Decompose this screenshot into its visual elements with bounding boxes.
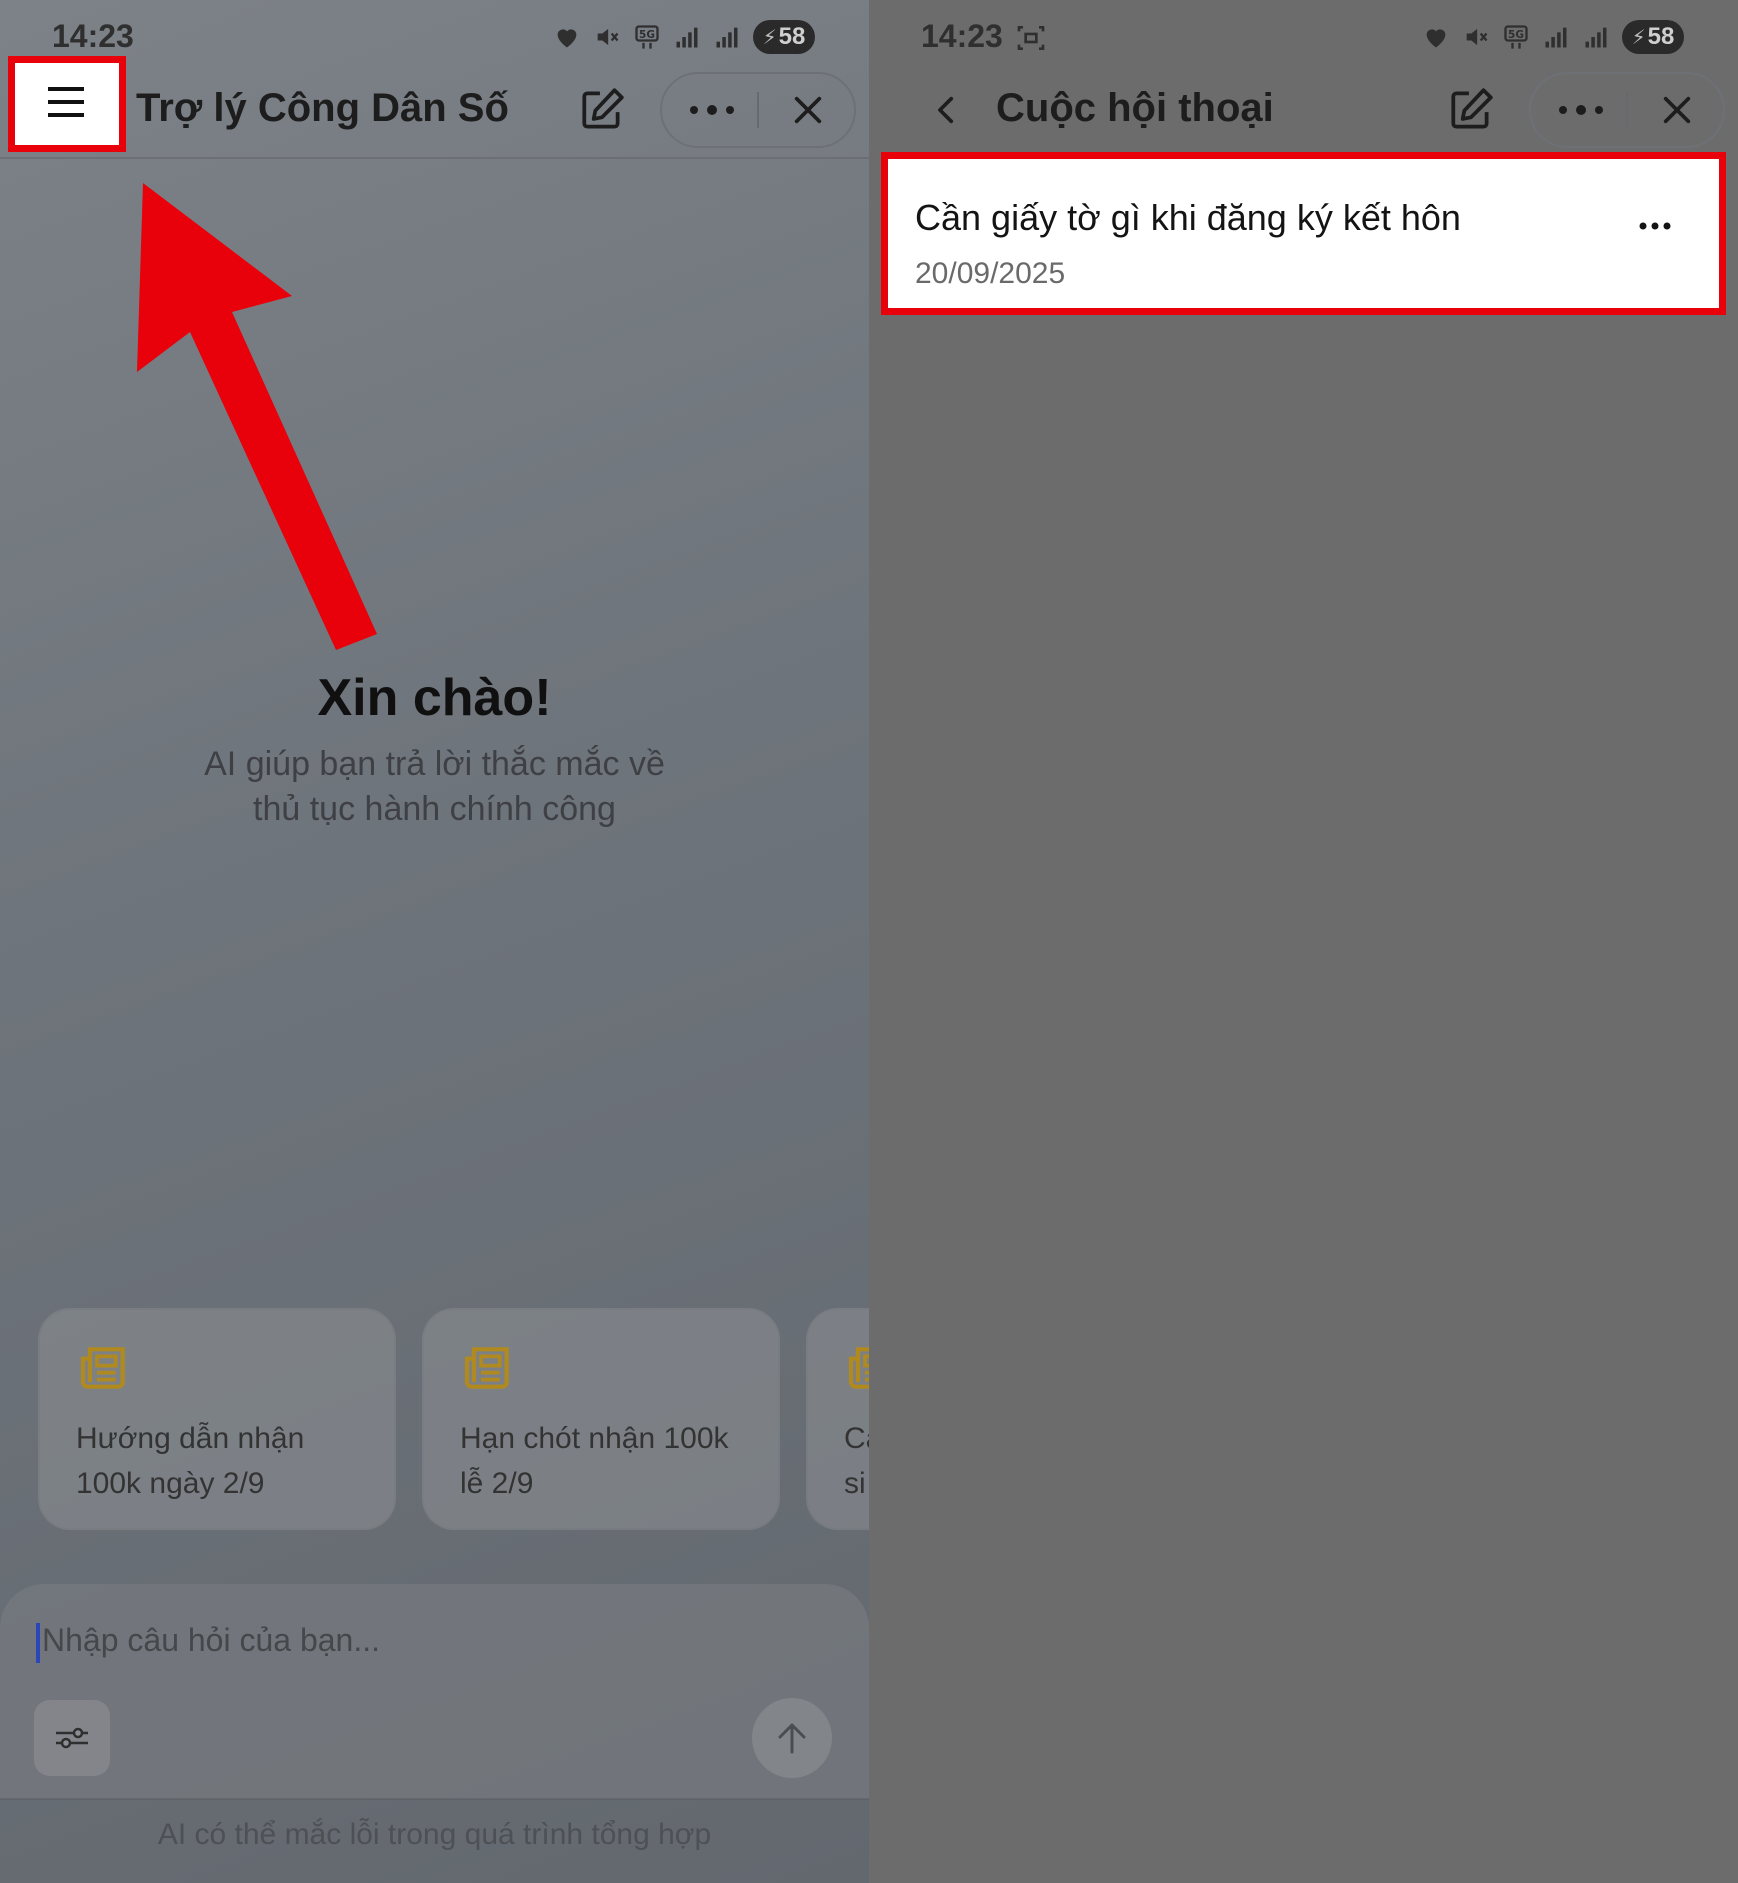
signal-icon bbox=[716, 27, 738, 48]
back-button[interactable] bbox=[919, 86, 975, 134]
greeting-subtitle: AI giúp bạn trả lời thắc mắc về thủ tục … bbox=[0, 742, 869, 832]
svg-text:5G: 5G bbox=[1508, 29, 1524, 41]
heart-icon bbox=[1426, 29, 1446, 48]
close-icon bbox=[1663, 96, 1691, 124]
charging-icon: ⚡ bbox=[762, 26, 777, 49]
send-button[interactable] bbox=[752, 1698, 832, 1778]
status-icons: 5G ⚡ 58 bbox=[1422, 20, 1684, 54]
suggestion-line2: si bbox=[844, 1467, 866, 1500]
close-icon bbox=[794, 96, 822, 124]
message-composer: Nhập câu hỏi của bạn... bbox=[0, 1584, 869, 1799]
suggestion-text: Cá si bbox=[844, 1416, 869, 1506]
signal-icon bbox=[1545, 27, 1567, 48]
suggestion-line1: Hạn chót nhận 100k bbox=[460, 1422, 729, 1455]
newspaper-icon bbox=[80, 1347, 125, 1389]
question-input-placeholder: Nhập câu hỏi của bạn... bbox=[42, 1622, 381, 1658]
appbar-divider bbox=[0, 157, 869, 159]
svg-text:5G: 5G bbox=[639, 29, 655, 41]
more-options-button[interactable] bbox=[1541, 86, 1621, 134]
suggestion-line1: Cá bbox=[844, 1422, 869, 1455]
screenshot-icon bbox=[1017, 26, 1045, 50]
signal-icon bbox=[676, 27, 698, 48]
arrow-up-icon bbox=[778, 1723, 806, 1754]
battery-indicator: ⚡ 58 bbox=[1622, 20, 1684, 54]
newspaper-icon bbox=[464, 1347, 509, 1389]
battery-level: 58 bbox=[778, 23, 806, 50]
text-caret bbox=[36, 1622, 40, 1663]
close-button[interactable] bbox=[780, 86, 836, 134]
status-bar: 14:23 5G ⚡ 58 bbox=[0, 0, 869, 70]
conversation-more-button[interactable] bbox=[1635, 211, 1675, 241]
screen-title: Cuộc hội thoại bbox=[996, 86, 1274, 130]
status-time: 14:23 bbox=[921, 18, 1003, 54]
suggestion-card[interactable]: Hướng dẫn nhận 100k ngày 2/9 bbox=[38, 1308, 396, 1530]
greeting-subtitle-line1: AI giúp bạn trả lời thắc mắc về bbox=[204, 745, 665, 783]
edit-icon bbox=[582, 88, 624, 129]
suggestion-card[interactable]: Cá si bbox=[806, 1308, 869, 1530]
conversation-date: 20/09/2025 bbox=[915, 257, 1066, 290]
capsule-divider bbox=[1626, 92, 1628, 128]
chat-home-screen: 14:23 5G ⚡ 58 Trợ lý Công Dân Số Xin chà… bbox=[0, 0, 869, 1883]
status-time: 14:23 bbox=[52, 18, 134, 54]
status-icons: 5G ⚡ 58 bbox=[553, 20, 815, 54]
greeting-subtitle-line2: thủ tục hành chính công bbox=[253, 790, 616, 828]
conversation-list-item[interactable]: Cần giấy tờ gì khi đăng ký kết hôn 20/09… bbox=[881, 152, 1726, 315]
battery-level: 58 bbox=[1647, 23, 1675, 50]
new-chat-button[interactable] bbox=[1443, 82, 1499, 138]
battery-indicator: ⚡ 58 bbox=[753, 20, 815, 54]
5g-icon: 5G bbox=[635, 25, 659, 49]
question-input[interactable]: Nhập câu hỏi của bạn... bbox=[36, 1622, 380, 1663]
more-horizontal-icon bbox=[1639, 222, 1671, 230]
more-horizontal-icon bbox=[690, 105, 734, 115]
greeting-title: Xin chào! bbox=[317, 669, 552, 727]
charging-icon: ⚡ bbox=[1631, 26, 1646, 49]
settings-button[interactable] bbox=[34, 1700, 110, 1776]
close-button[interactable] bbox=[1649, 86, 1705, 134]
edit-icon bbox=[1451, 88, 1493, 129]
suggestion-card[interactable]: Hạn chót nhận 100k lễ 2/9 bbox=[422, 1308, 780, 1530]
suggestion-text: Hạn chót nhận 100k lễ 2/9 bbox=[460, 1416, 760, 1506]
suggestion-text: Hướng dẫn nhận 100k ngày 2/9 bbox=[76, 1416, 376, 1506]
screenshot-root: 14:23 5G ⚡ 58 Trợ lý Công Dân Số Xin chà… bbox=[0, 0, 1738, 1883]
conversation-title: Cần giấy tờ gì khi đăng ký kết hôn bbox=[915, 197, 1461, 238]
sliders-icon bbox=[56, 1727, 88, 1749]
suggestion-line2: lễ 2/9 bbox=[460, 1467, 534, 1500]
more-horizontal-icon bbox=[1559, 105, 1603, 115]
mute-icon bbox=[1466, 28, 1488, 46]
heart-icon bbox=[557, 29, 577, 48]
suggestion-line2: 100k ngày 2/9 bbox=[76, 1467, 265, 1500]
more-options-button[interactable] bbox=[672, 86, 752, 134]
hamburger-icon bbox=[48, 87, 84, 117]
newspaper-icon bbox=[848, 1347, 869, 1389]
signal-icon bbox=[1585, 27, 1607, 48]
ai-disclaimer: AI có thể mắc lỗi trong quá trình tổng h… bbox=[157, 1818, 712, 1851]
suggestion-line1: Hướng dẫn nhận bbox=[76, 1422, 305, 1455]
status-bar: 14:23 5G ⚡ 58 bbox=[869, 0, 1738, 70]
new-chat-button[interactable] bbox=[574, 82, 630, 138]
chevron-left-icon bbox=[938, 96, 954, 124]
menu-button[interactable] bbox=[8, 56, 126, 152]
app-title: Trợ lý Công Dân Số bbox=[136, 86, 509, 130]
mute-icon bbox=[597, 28, 619, 46]
5g-icon: 5G bbox=[1504, 25, 1528, 49]
conversation-history-screen: 14:23 5G ⚡ 58 Cuộc hội thoại Cần giấy tờ… bbox=[869, 0, 1738, 1883]
footer-divider bbox=[0, 1798, 869, 1800]
capsule-divider bbox=[757, 92, 759, 128]
